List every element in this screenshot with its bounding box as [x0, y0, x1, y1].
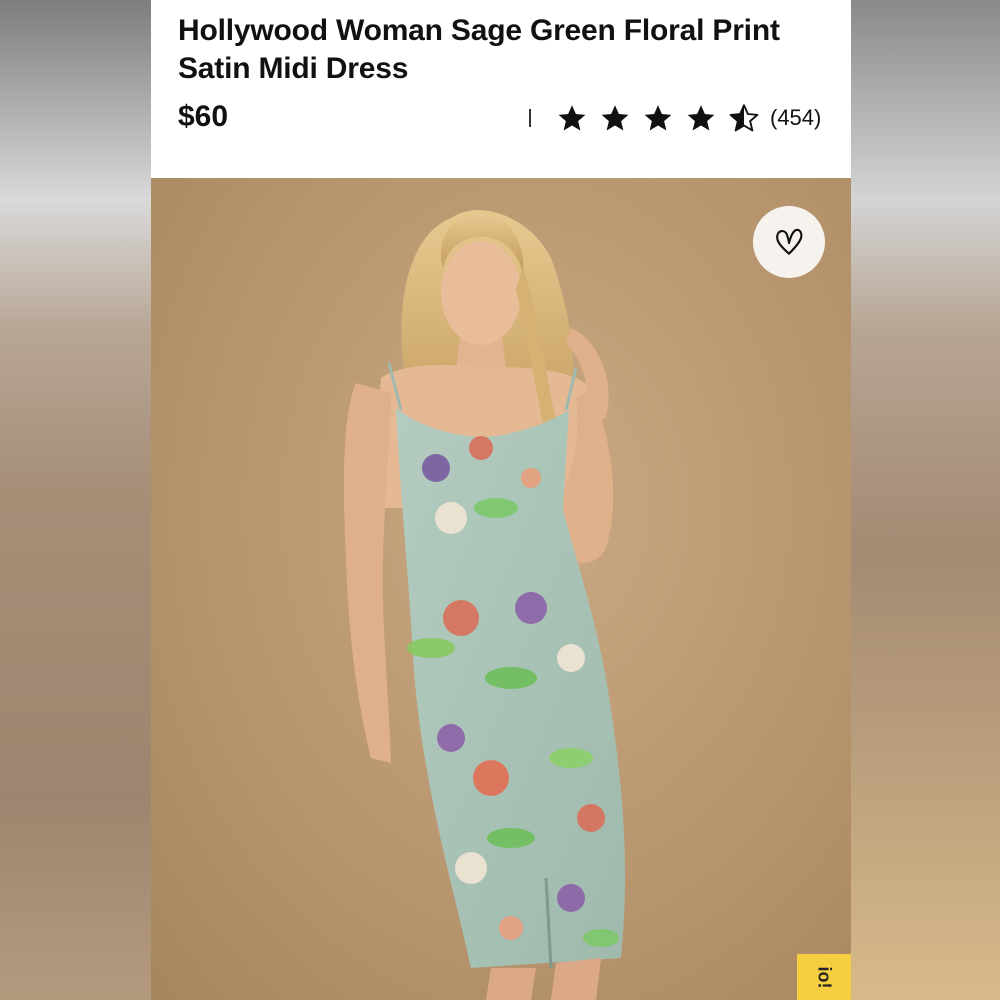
favorite-button[interactable]	[753, 206, 825, 278]
floating-tab[interactable]: io!	[797, 954, 851, 1000]
product-header: Hollywood Woman Sage Green Floral Print …	[151, 0, 851, 178]
left-blurred-backdrop	[0, 0, 151, 1000]
product-title: Hollywood Woman Sage Green Floral Print …	[178, 14, 780, 85]
half-star-icon	[729, 104, 759, 132]
model-in-dress-illustration	[343, 210, 626, 1000]
product-screen: Hollywood Woman Sage Green Floral Print …	[151, 0, 851, 1000]
rating-divider	[529, 109, 531, 127]
star-icon	[644, 105, 672, 131]
product-image[interactable]: io!	[151, 178, 851, 1000]
floating-tab-label: io!	[814, 966, 835, 988]
heart-icon	[776, 228, 803, 255]
star-icon	[558, 105, 586, 131]
right-blurred-backdrop	[851, 0, 1000, 1000]
star-icon	[687, 105, 715, 131]
rating-stars	[557, 103, 772, 133]
star-icon	[601, 105, 629, 131]
review-count: (454)	[770, 105, 822, 130]
product-price: $60	[178, 100, 229, 133]
product-rating[interactable]: (454)	[529, 100, 821, 136]
